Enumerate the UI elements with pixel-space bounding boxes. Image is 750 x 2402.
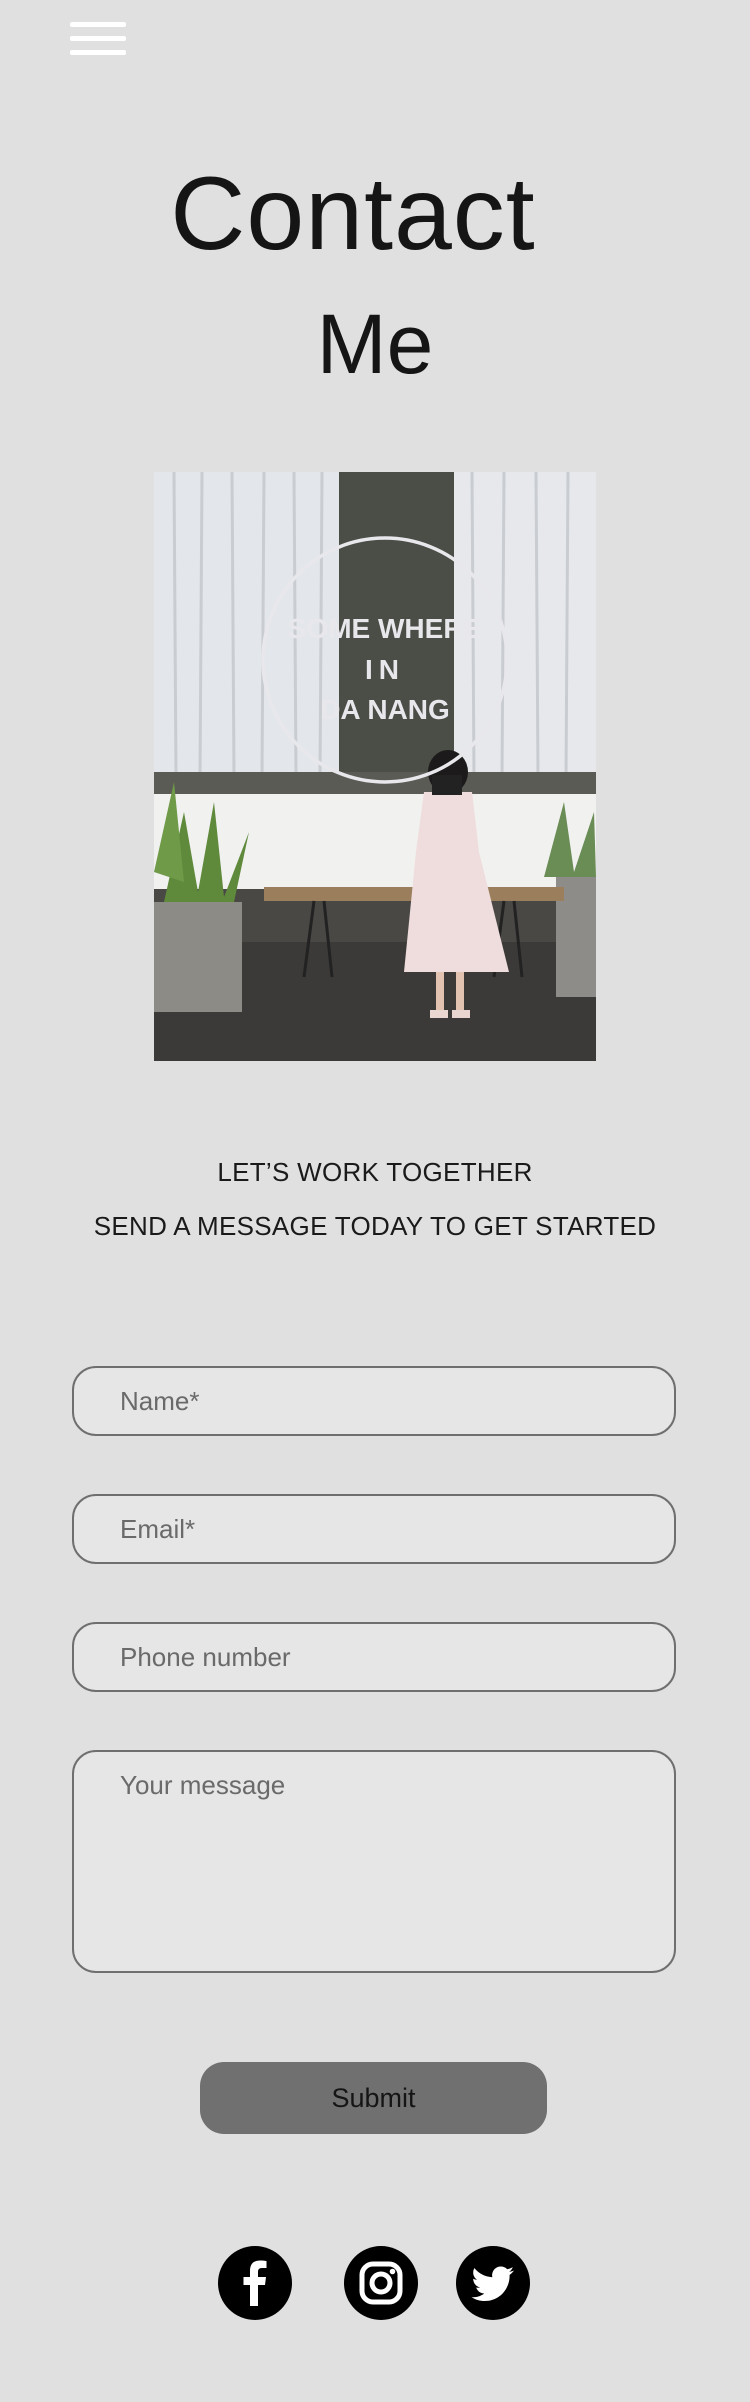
menu-bar [70,22,126,27]
sign-text-line3: DA NANG [320,694,450,725]
phone-input[interactable] [72,1622,676,1692]
hamburger-menu-icon[interactable] [70,22,126,60]
twitter-icon[interactable] [456,2246,530,2320]
instagram-icon[interactable] [344,2246,418,2320]
menu-bar [70,36,126,41]
submit-button[interactable]: Submit [200,2062,547,2134]
sign-text-line2: IN [365,654,405,685]
page-title-line1: Contact [170,156,536,272]
intro-heading: LET’S WORK TOGETHER [217,1157,533,1187]
message-textarea[interactable] [72,1750,676,1973]
sign-text-line1: SOME WHERE [288,613,482,644]
facebook-icon[interactable] [218,2246,292,2320]
name-input[interactable] [72,1366,676,1436]
menu-bar [70,50,126,55]
contact-photo: SOME WHERE IN DA NANG [154,472,596,1061]
email-input[interactable] [72,1494,676,1564]
page-title-line2: Me [316,297,434,391]
intro-subheading: SEND A MESSAGE TODAY TO GET STARTED [93,1211,657,1241]
